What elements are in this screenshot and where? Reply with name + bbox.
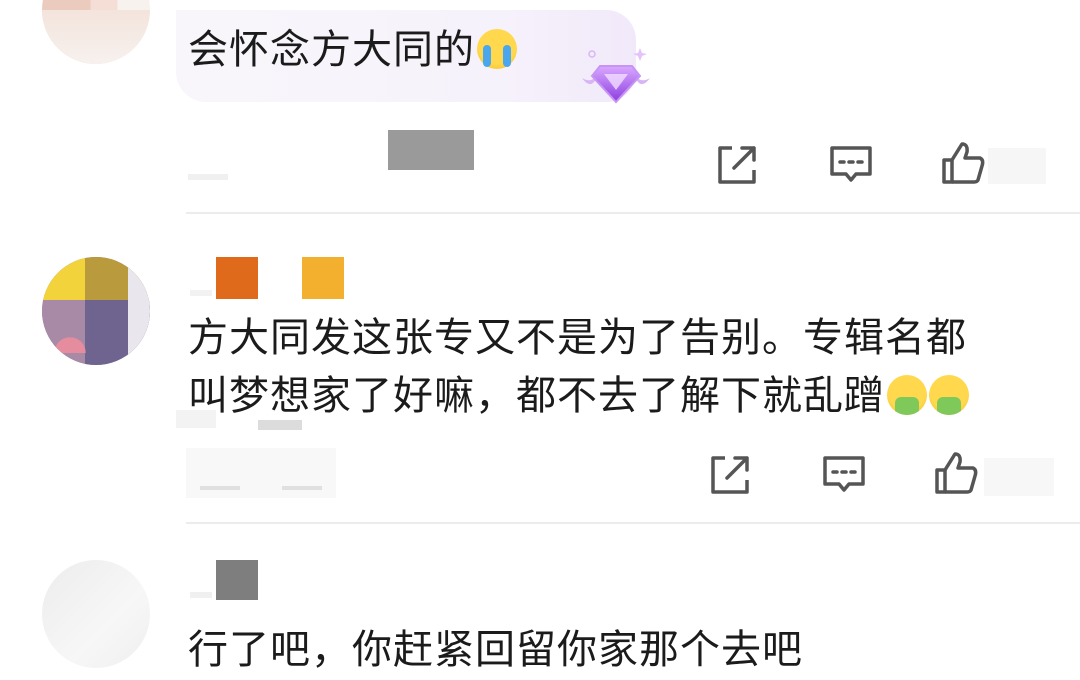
- thumbs-up-icon[interactable]: [940, 140, 986, 186]
- blurred-count: [988, 148, 1046, 184]
- comment-text: 行了吧，你赶紧回留你家那个去吧: [188, 627, 803, 673]
- thumbs-up-icon[interactable]: [933, 450, 979, 496]
- blurred-text: [190, 592, 212, 598]
- avatar[interactable]: [42, 560, 150, 668]
- comment-text: 叫梦想家了好嘛，都不去了解下就乱蹭: [188, 373, 885, 419]
- censored-name-block: [302, 257, 344, 299]
- blurred-text: [200, 486, 240, 490]
- diamond-badge-icon: [578, 44, 654, 110]
- avatar-lotus: [50, 333, 90, 353]
- blurred-text: [258, 420, 302, 430]
- comment-icon[interactable]: [828, 142, 874, 188]
- vomiting-face-icon: [887, 375, 927, 415]
- avatar[interactable]: [42, 257, 150, 365]
- avatar[interactable]: [42, 0, 150, 64]
- comment-text-2-line-2: 叫梦想家了好嘛，都不去了解下就乱蹭: [188, 366, 969, 426]
- share-icon[interactable]: [714, 142, 760, 188]
- censored-block: [388, 130, 474, 170]
- blurred-text: [190, 290, 212, 296]
- share-icon[interactable]: [707, 452, 753, 498]
- avatar-pixel: [42, 257, 85, 300]
- comment-text: 会怀念方大同的: [188, 27, 475, 73]
- blurred-text: [188, 174, 228, 180]
- comment-text-1: 会怀念方大同的: [188, 20, 517, 80]
- censored-name-block: [216, 257, 258, 299]
- divider: [186, 212, 1080, 214]
- avatar-edge: [128, 257, 150, 365]
- avatar-face: [42, 10, 150, 64]
- divider: [186, 522, 1080, 524]
- censored-name-block: [216, 560, 258, 600]
- comment-icon[interactable]: [821, 452, 867, 498]
- blurred-text: [282, 486, 322, 490]
- vomiting-face-icon: [929, 375, 969, 415]
- blurred-count: [984, 458, 1054, 496]
- blurred-text: [176, 410, 216, 428]
- comment-text: 方大同发这张专又不是为了告别。专辑名都: [188, 315, 967, 361]
- comment-text-3: 行了吧，你赶紧回留你家那个去吧: [188, 620, 803, 680]
- comment-text-2-line-1: 方大同发这张专又不是为了告别。专辑名都: [188, 308, 967, 368]
- blurred-text: [186, 448, 336, 498]
- loudly-crying-face-icon: [477, 29, 517, 69]
